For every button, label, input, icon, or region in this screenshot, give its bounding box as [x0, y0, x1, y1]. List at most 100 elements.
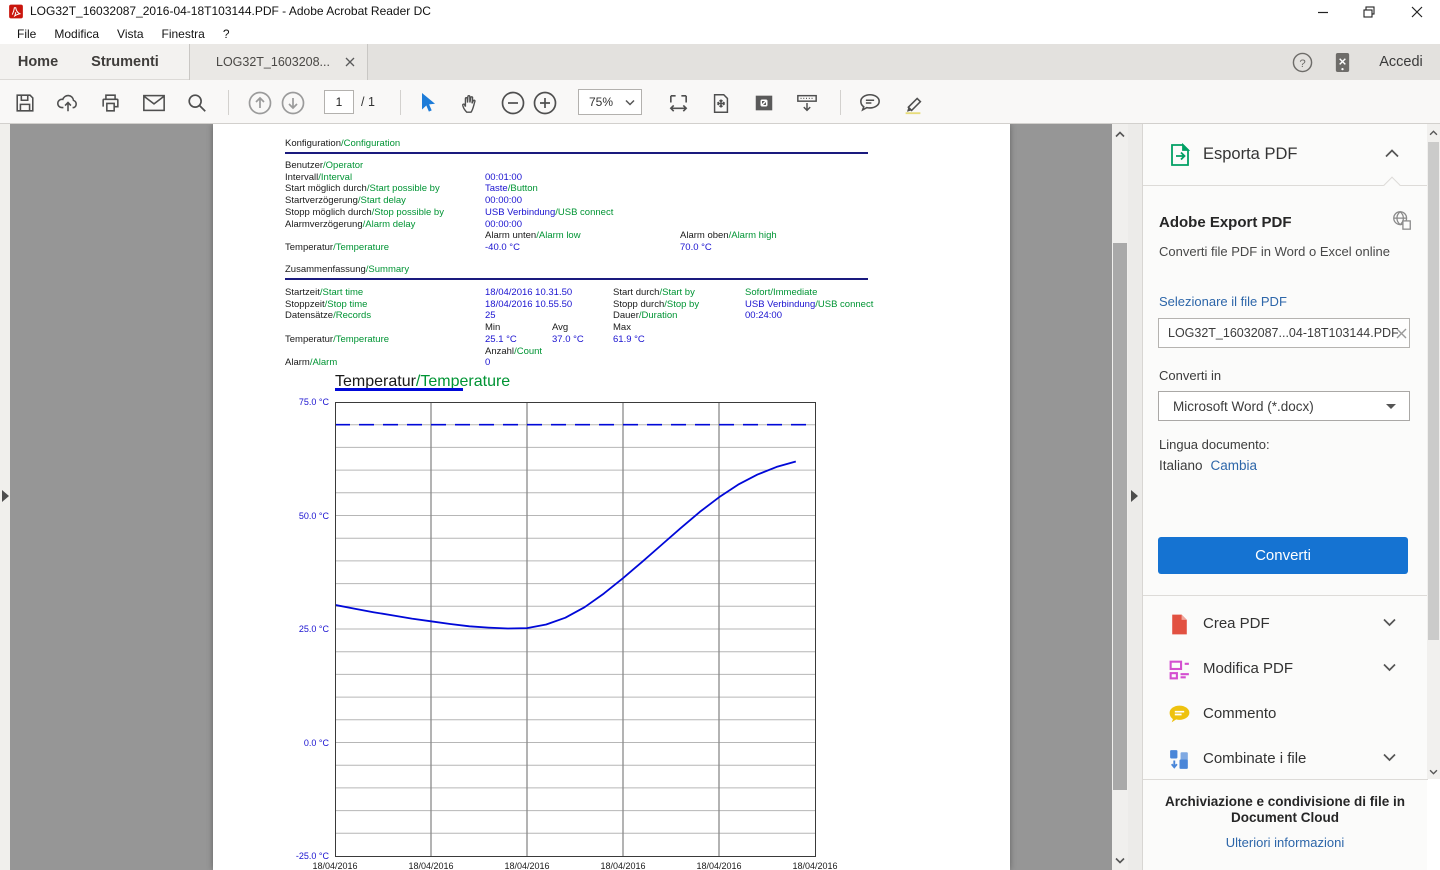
tab-document[interactable]: LOG32T_1603208... [189, 44, 368, 80]
window-title: LOG32T_16032087_2016-04-18T103144.PDF - … [30, 4, 431, 18]
more-info-link[interactable]: Ulteriori informazioni [1157, 835, 1413, 850]
close-icon [1411, 6, 1423, 18]
pdf-row: Stopp möglich durch/Stop possible byUSB … [285, 207, 945, 219]
menu-item-1[interactable]: Modifica [45, 25, 108, 43]
chevron-down-icon [625, 99, 635, 106]
previous-page-icon [247, 90, 273, 116]
pdf-cell: Alarm oben/Alarm high [680, 230, 777, 241]
previous-page-button[interactable] [245, 88, 275, 118]
pdf-row: Datensätze/Records25Dauer/Duration00:24:… [285, 310, 945, 322]
restore-button[interactable] [1352, 0, 1386, 23]
pdf-cell: Dauer/Duration [613, 310, 677, 321]
document-scrollbar[interactable] [1112, 124, 1128, 870]
scrollbar-thumb[interactable] [1113, 243, 1127, 790]
scroll-up-icon[interactable] [1112, 126, 1128, 142]
remove-file-button[interactable] [1396, 326, 1407, 344]
pdf-cell: Stopp möglich durch/Stop possible by [285, 207, 444, 218]
x-axis-tick-label: 18/04/2016 [499, 861, 555, 870]
pdf-cell: Startverzögerung/Start delay [285, 195, 406, 206]
minimize-button[interactable] [1306, 0, 1340, 23]
next-page-button[interactable] [278, 88, 308, 118]
format-select[interactable]: Microsoft Word (*.docx) [1158, 391, 1410, 421]
tool-item-crea-pdf[interactable]: Crea PDF [1143, 602, 1428, 647]
save-button[interactable] [10, 88, 40, 118]
toolbar-divider [228, 90, 229, 115]
zoom-in-button[interactable] [530, 88, 560, 118]
x-axis-tick-label: 18/04/2016 [307, 861, 363, 870]
menu-item-0[interactable]: File [8, 25, 45, 43]
tool-item-combinate-i-file[interactable]: Combinate i file [1143, 737, 1428, 782]
close-tab-button[interactable] [342, 54, 358, 70]
left-pane-collapse-strip[interactable] [0, 124, 10, 870]
right-pane-collapse-strip[interactable] [1128, 124, 1142, 870]
convert-button[interactable]: Converti [1158, 537, 1408, 574]
menu-item-3[interactable]: Finestra [153, 25, 214, 43]
select-tool-button[interactable] [412, 88, 442, 118]
tab-home[interactable]: Home [12, 44, 64, 80]
highlight-tool-button[interactable] [898, 88, 928, 118]
zoom-level-dropdown[interactable]: 75% [578, 89, 642, 115]
pdf-cell: Intervall/Interval [285, 172, 352, 183]
pdf-row: Intervall/Interval 00:01:00 [285, 172, 945, 184]
y-axis-tick-label: -25.0 °C [281, 851, 329, 861]
main-toolbar: / 1 75% [0, 80, 1440, 124]
y-axis-tick-label: 25.0 °C [281, 624, 329, 634]
menu-item-4[interactable]: ? [214, 25, 239, 43]
pdf-cell: Temperatur/Temperature [285, 334, 389, 345]
pdf-cell: 61.9 °C [613, 334, 645, 345]
panel-scrollbar[interactable] [1427, 124, 1440, 779]
pdf-cell: Max [613, 322, 631, 333]
pdf-cell: 25 [485, 310, 496, 321]
fit-page-icon [710, 92, 732, 115]
change-language-link[interactable]: Cambia [1211, 458, 1258, 473]
tool-item-commento[interactable]: Commento [1143, 692, 1428, 737]
hand-tool-button[interactable] [455, 88, 485, 118]
pdf-row: Startzeit/Start time18/04/2016 10.31.50S… [285, 287, 945, 299]
pdf-row: Startverzögerung/Start delay00:00:00 [285, 195, 945, 207]
panel-scrollbar-thumb[interactable] [1428, 142, 1439, 640]
y-axis-tick-label: 0.0 °C [281, 738, 329, 748]
acrobat-window: { "window": { "title": "LOG32T_16032087_… [0, 0, 1440, 870]
svg-text:?: ? [1299, 57, 1305, 69]
mobile-device-button[interactable] [1326, 44, 1358, 80]
tool-item-label: Modifica PDF [1203, 660, 1293, 677]
search-button[interactable] [182, 88, 212, 118]
document-viewport: Konfiguration/Configuration Benutzer/Ope… [10, 124, 1112, 870]
close-button[interactable] [1400, 0, 1434, 23]
pdf-cell: Sofort/Immediate [745, 287, 817, 298]
comment-tool-button[interactable] [855, 88, 885, 118]
tool-item-modifica-pdf[interactable]: Modifica PDF [1143, 647, 1428, 692]
pdf-cell: Temperatur/Temperature [285, 242, 389, 253]
scroll-down-icon[interactable] [1112, 852, 1128, 868]
fit-page-button[interactable] [706, 88, 736, 118]
document-tab-label: LOG32T_1603208... [216, 55, 330, 69]
menu-item-2[interactable]: Vista [108, 25, 152, 43]
help-button[interactable]: ? [1286, 44, 1318, 80]
upload-cloud-button[interactable] [53, 88, 83, 118]
fullscreen-button[interactable] [749, 88, 779, 118]
selected-file-chip[interactable]: LOG32T_16032087...04-18T103144.PDF [1158, 318, 1410, 348]
zoom-out-button[interactable] [498, 88, 528, 118]
pdf-cell: 00:01:00 [485, 172, 522, 183]
chevron-down-icon [1385, 403, 1397, 411]
export-pdf-header[interactable]: Esporta PDF [1143, 124, 1427, 186]
dock-toolbar-button[interactable] [792, 88, 822, 118]
select-file-label: Selezionare il file PDF [1159, 294, 1287, 309]
print-button[interactable] [95, 88, 125, 118]
sign-in-button[interactable]: Accedi [1370, 44, 1432, 80]
y-axis-tick-label: 50.0 °C [281, 511, 329, 521]
config-section-heading: Konfiguration/Configuration [285, 138, 400, 149]
dock-toolbar-icon [795, 92, 819, 114]
email-button[interactable] [139, 88, 169, 118]
fit-width-button[interactable] [663, 88, 693, 118]
online-service-icon [1391, 209, 1413, 231]
pdf-cell: 00:24:00 [745, 310, 782, 321]
tab-tools[interactable]: Strumenti [84, 44, 166, 80]
page-number-input[interactable] [324, 90, 354, 114]
pdf-cell: Taste/Button [485, 183, 538, 194]
panel-scroll-up-icon[interactable] [1427, 125, 1440, 141]
x-axis-tick-label: 18/04/2016 [787, 861, 843, 870]
edit-pdf-icon [1167, 657, 1192, 682]
panel-scroll-down-icon[interactable] [1427, 764, 1440, 780]
comment-tool-icon [858, 92, 882, 114]
